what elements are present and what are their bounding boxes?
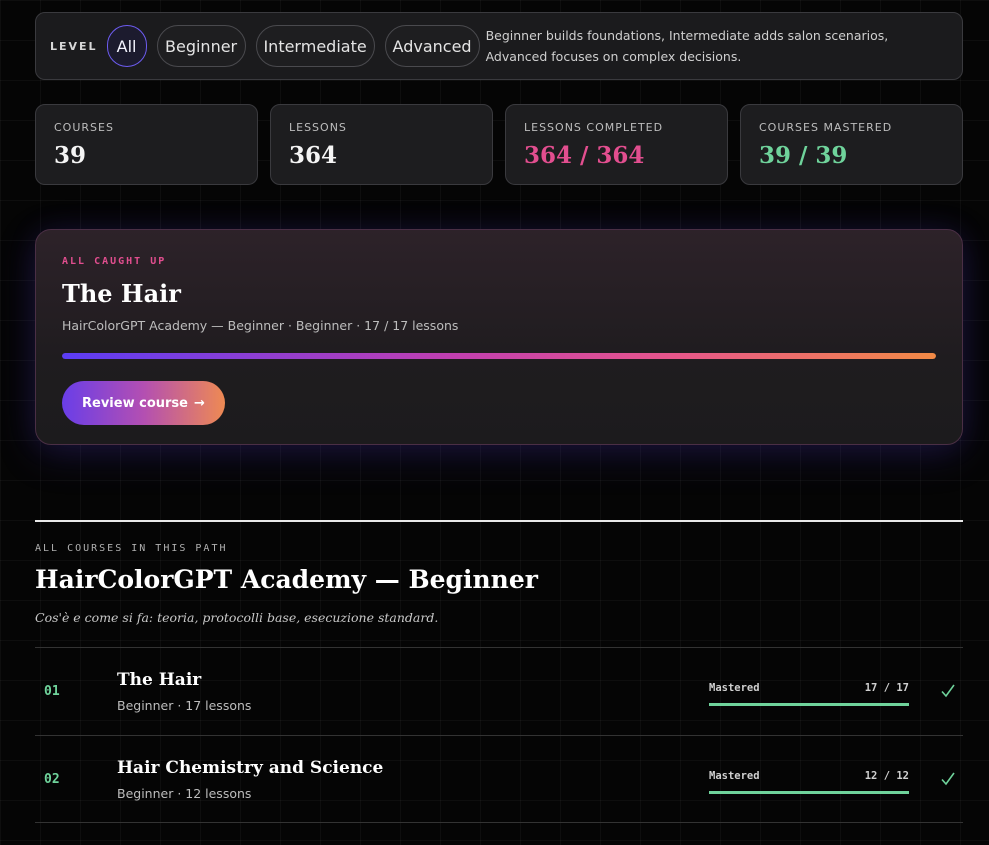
course-lesson-count: 17 / 17: [864, 682, 909, 694]
continue-kicker: ALL CAUGHT UP: [62, 256, 167, 267]
stat-courses-mastered: COURSES MASTERED 39 / 39: [740, 104, 963, 185]
level-pill-beginner[interactable]: Beginner: [156, 25, 246, 67]
course-progress-fill: [709, 703, 909, 706]
section-divider: [35, 520, 963, 522]
continue-progress-fill: [62, 353, 936, 359]
continue-progress-bar: [62, 353, 936, 359]
stat-value: 364 / 364: [524, 142, 645, 169]
arrow-right-icon: →: [193, 395, 205, 411]
stat-value: 39: [54, 142, 87, 169]
stat-lessons-completed: LESSONS COMPLETED 364 / 364: [505, 104, 728, 185]
level-label: LEVEL: [50, 39, 98, 53]
stat-lessons: LESSONS 364: [270, 104, 493, 185]
course-status: Mastered: [709, 770, 760, 782]
stat-courses: COURSES 39: [35, 104, 258, 185]
level-description: Beginner builds foundations, Intermediat…: [485, 28, 889, 64]
course-number: 02: [44, 772, 60, 787]
course-row[interactable]: 01 The Hair Beginner · 17 lessons Master…: [35, 647, 963, 735]
course-progress-bar: [709, 703, 909, 706]
review-course-label: Review course: [82, 395, 188, 411]
continue-course-card: ALL CAUGHT UP The Hair HairColorGPT Acad…: [35, 229, 963, 445]
course-title: The Hair: [117, 670, 202, 690]
check-icon: [941, 684, 955, 698]
course-meta: Beginner · 17 lessons: [117, 698, 252, 713]
stat-value: 39 / 39: [759, 142, 848, 169]
course-title: Hair Chemistry and Science: [117, 758, 384, 778]
course-lesson-count: 12 / 12: [864, 770, 909, 782]
course-number: 01: [44, 684, 60, 699]
stat-value: 364: [289, 142, 338, 169]
review-course-button[interactable]: Review course →: [62, 381, 225, 425]
path-description: Cos'è e come si fa: teoria, protocolli b…: [35, 610, 439, 625]
stat-label: LESSONS COMPLETED: [524, 121, 664, 134]
stat-label: COURSES: [54, 121, 114, 134]
level-pill-advanced[interactable]: Advanced: [384, 25, 480, 67]
continue-course-title: The Hair: [62, 279, 181, 308]
page: LEVEL All Beginner Intermediate Advanced…: [0, 0, 989, 845]
stat-label: COURSES MASTERED: [759, 121, 893, 134]
continue-course-subtitle: HairColorGPT Academy — Beginner · Beginn…: [62, 318, 459, 333]
level-pill-all[interactable]: All: [106, 25, 147, 67]
level-filter-bar: LEVEL All Beginner Intermediate Advanced…: [35, 12, 963, 80]
level-pill-intermediate[interactable]: Intermediate: [255, 25, 375, 67]
course-status: Mastered: [709, 682, 760, 694]
stat-label: LESSONS: [289, 121, 347, 134]
path-title: HairColorGPT Academy — Beginner: [35, 565, 538, 594]
course-progress-fill: [709, 791, 909, 794]
check-icon: [941, 772, 955, 786]
path-kicker: ALL COURSES IN THIS PATH: [35, 543, 228, 554]
course-meta: Beginner · 12 lessons: [117, 786, 252, 801]
course-progress-bar: [709, 791, 909, 794]
course-row[interactable]: 02 Hair Chemistry and Science Beginner ·…: [35, 735, 963, 823]
